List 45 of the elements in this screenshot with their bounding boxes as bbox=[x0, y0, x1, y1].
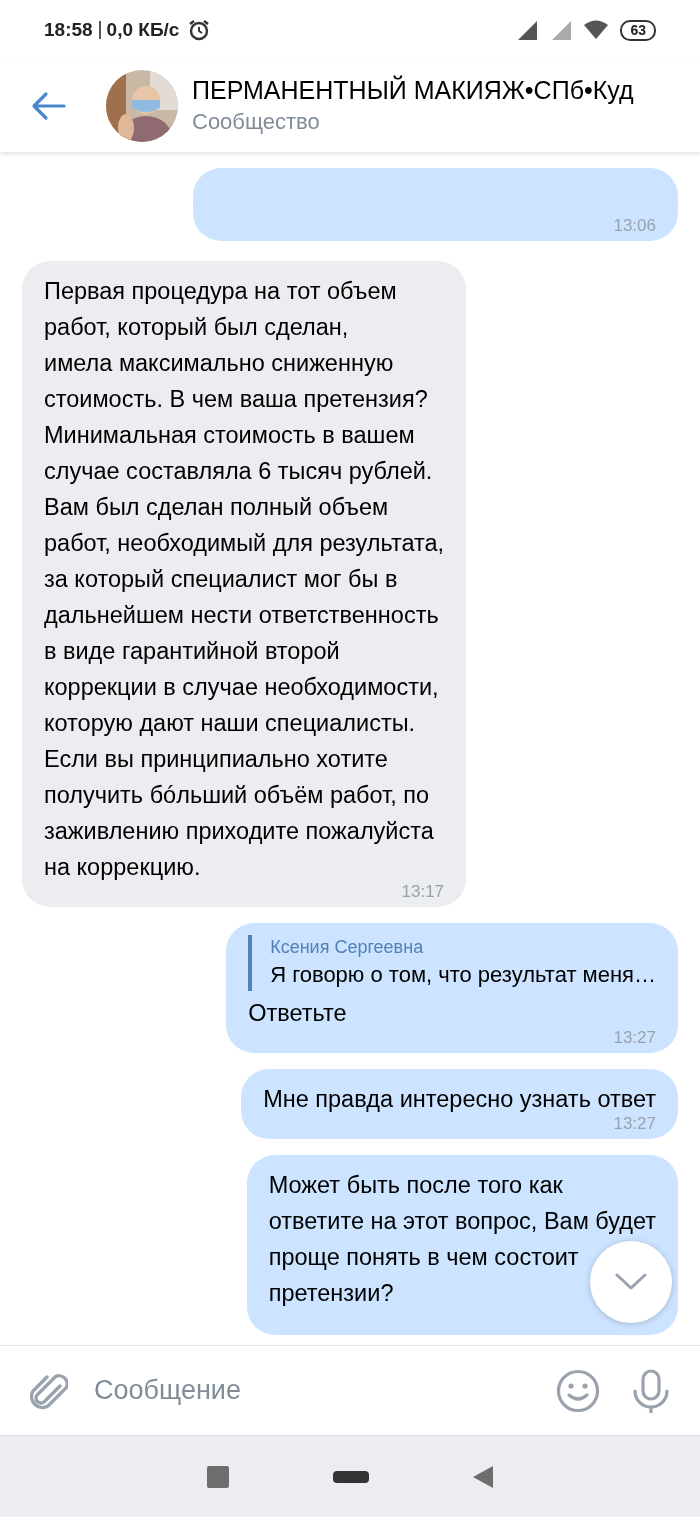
text-line: работ, необходимый для результата, bbox=[44, 529, 445, 558]
signal-icon bbox=[550, 19, 573, 41]
emoji-icon[interactable] bbox=[556, 1368, 600, 1413]
back-button[interactable] bbox=[30, 91, 66, 121]
chat-subtitle: Сообщество bbox=[192, 107, 321, 136]
battery-indicator: 63 bbox=[620, 19, 656, 41]
text-line: за который специалист мог бы в bbox=[44, 565, 398, 594]
back-button[interactable] bbox=[473, 1465, 493, 1488]
text-line: претензии? bbox=[268, 1279, 394, 1308]
text-line: Мне правда интересно узнать ответ bbox=[263, 1085, 656, 1114]
text-line: ответите на этот вопрос, Вам будет bbox=[268, 1207, 656, 1236]
wifi-icon bbox=[584, 20, 609, 40]
reply-text: Я говорю о том, что результат меня… bbox=[270, 961, 656, 989]
text-line: Первая процедура на тот объем bbox=[44, 277, 397, 306]
text-line: на коррекцию. bbox=[44, 853, 201, 882]
text-line: коррекции в случае необходимости, bbox=[44, 673, 439, 702]
signal-icon bbox=[516, 19, 539, 41]
text-line: получить бóльший объём работ, по bbox=[44, 781, 430, 810]
text-line: в виде гарантийной второй bbox=[44, 637, 340, 666]
text-line: работ, который был сделан, bbox=[44, 313, 349, 342]
microphone-icon[interactable] bbox=[632, 1368, 670, 1413]
text-line: которую дают наши специалисты. bbox=[44, 709, 416, 738]
message-time: 13:27 bbox=[613, 1114, 656, 1133]
network-speed: 0,0 КБ/с bbox=[106, 17, 180, 42]
message-time: 13:17 bbox=[401, 882, 445, 901]
back-arrow-icon bbox=[30, 91, 66, 121]
chevron-down-icon bbox=[615, 1273, 647, 1291]
recents-button[interactable] bbox=[207, 1465, 229, 1488]
message-time: 13:27 bbox=[613, 1028, 656, 1047]
reply-author: Ксения Сергеевна bbox=[270, 936, 425, 959]
text-line: Если вы принципиально хотите bbox=[44, 745, 388, 774]
chat-title: ПЕРМАНЕНТНЫЙ МАКИЯЖ•СПб•Куд bbox=[192, 74, 634, 105]
text-line: дальнейшем нести ответственность bbox=[44, 601, 439, 630]
clock-time: 18:58 bbox=[44, 17, 93, 42]
text-line: имела максимально сниженную bbox=[44, 349, 394, 378]
text-line: Ответьте bbox=[248, 999, 347, 1028]
text-line: проще понять в чем состоит bbox=[268, 1243, 579, 1272]
text-line: случае составляла 6 тысяч рублей. bbox=[44, 457, 433, 486]
text-line: Вам был сделан полный объем bbox=[44, 493, 389, 522]
home-button[interactable] bbox=[333, 1470, 369, 1483]
text-line: Может быть после того как bbox=[268, 1171, 563, 1200]
text-line: Минимальная стоимость в вашем bbox=[44, 421, 415, 450]
message-time: 13:06 bbox=[613, 216, 656, 235]
text-line: заживлению приходите пожалуйста bbox=[44, 817, 434, 846]
text-line: стоимость. В чем ваша претензия? bbox=[44, 385, 428, 414]
